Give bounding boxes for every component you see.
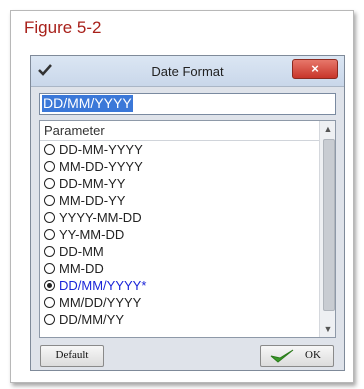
radio-icon: [44, 229, 55, 241]
parameter-list[interactable]: Parameter DD-MM-YYYY MM-DD-YYYY DD-MM-YY…: [39, 120, 336, 338]
date-format-dialog: Date Format × DD/MM/YYYY Parameter DD-MM…: [30, 55, 345, 371]
date-format-value: DD/MM/YYYY: [42, 95, 133, 112]
radio-icon: [44, 212, 55, 224]
option-yyyy-mm-dd[interactable]: YYYY-MM-DD: [44, 210, 142, 226]
option-mm-dd-yyyy-slash[interactable]: MM/DD/YYYY: [44, 295, 141, 311]
option-dd-mm[interactable]: DD-MM: [44, 244, 104, 260]
radio-icon: [44, 195, 55, 207]
figure-label: Figure 5-2: [24, 18, 102, 37]
radio-icon: [44, 144, 55, 156]
option-dd-mm-yyyy-slash-selected[interactable]: DD/MM/YYYY*: [44, 278, 146, 294]
list-header: Parameter: [44, 123, 105, 138]
option-mm-dd-yyyy[interactable]: MM-DD-YYYY: [44, 159, 143, 175]
scroll-thumb[interactable]: [323, 139, 335, 311]
date-format-input[interactable]: DD/MM/YYYY: [39, 93, 336, 115]
close-icon: ×: [311, 61, 319, 76]
ok-button-label: OK: [305, 349, 321, 361]
radio-icon: [44, 161, 55, 173]
radio-icon: [44, 297, 55, 309]
radio-icon: [44, 246, 55, 258]
green-check-icon: [270, 349, 294, 363]
radio-selected-icon: [44, 280, 55, 292]
default-button-label: Default: [55, 349, 89, 361]
option-dd-mm-yy[interactable]: DD-MM-YY: [44, 176, 125, 192]
option-dd-mm-yy-slash[interactable]: DD/MM/YY: [44, 312, 124, 328]
scroll-down-arrow-icon[interactable]: ▼: [320, 321, 335, 337]
option-dd-mm-yyyy[interactable]: DD-MM-YYYY: [44, 142, 143, 158]
dialog-titlebar: Date Format ×: [31, 56, 344, 87]
header-divider: [40, 140, 320, 141]
option-mm-dd[interactable]: MM-DD: [44, 261, 104, 277]
radio-icon: [44, 263, 55, 275]
option-yy-mm-dd[interactable]: YY-MM-DD: [44, 227, 124, 243]
radio-icon: [44, 178, 55, 190]
radio-icon: [44, 314, 55, 326]
default-button[interactable]: Default: [40, 345, 104, 367]
close-button[interactable]: ×: [292, 59, 338, 79]
ok-button[interactable]: OK: [260, 345, 334, 367]
scroll-up-arrow-icon[interactable]: ▲: [320, 121, 335, 137]
option-mm-dd-yy[interactable]: MM-DD-YY: [44, 193, 125, 209]
list-scrollbar[interactable]: ▲ ▼: [319, 121, 335, 337]
